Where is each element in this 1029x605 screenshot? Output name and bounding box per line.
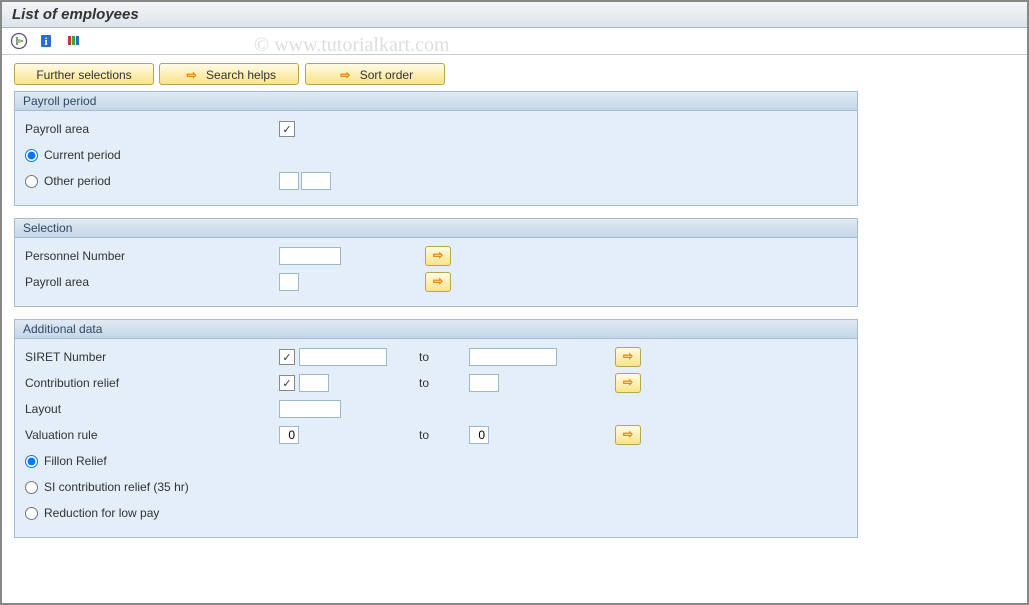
arrow-right-icon: ⇨ bbox=[340, 67, 350, 83]
valuation-multi-button[interactable]: ⇨ bbox=[615, 425, 641, 445]
payroll-area-checkbox[interactable]: ✓ bbox=[279, 121, 295, 137]
fillon-label: Fillon Relief bbox=[44, 454, 107, 468]
valuation-to-input[interactable] bbox=[469, 426, 489, 444]
valuation-from-input[interactable] bbox=[279, 426, 299, 444]
personnel-number-label: Personnel Number bbox=[25, 249, 279, 263]
additional-data-header: Additional data bbox=[15, 320, 857, 339]
contrib-checkbox[interactable]: ✓ bbox=[279, 375, 295, 391]
personnel-number-multi-button[interactable]: ⇨ bbox=[425, 246, 451, 266]
siret-from-input[interactable] bbox=[299, 348, 387, 366]
other-period-radio[interactable] bbox=[25, 175, 38, 188]
search-helps-button[interactable]: ⇨ Search helps bbox=[159, 63, 299, 85]
toolbar: i bbox=[2, 28, 1027, 55]
current-period-label: Current period bbox=[44, 148, 121, 162]
payroll-area-label: Payroll area bbox=[25, 122, 279, 136]
layout-label: Layout bbox=[25, 402, 279, 416]
other-period-value1-input[interactable] bbox=[279, 172, 299, 190]
other-period-value2-input[interactable] bbox=[301, 172, 331, 190]
contrib-to-label: to bbox=[419, 376, 469, 390]
sort-order-button[interactable]: ⇨ Sort order bbox=[305, 63, 445, 85]
search-helps-label: Search helps bbox=[206, 67, 276, 83]
selection-group: Selection Personnel Number ⇨ Payroll are… bbox=[14, 218, 858, 307]
selection-buttons-row: Further selections ⇨ Search helps ⇨ Sort… bbox=[14, 63, 1015, 85]
siret-to-label: to bbox=[419, 350, 469, 364]
further-selections-label: Further selections bbox=[36, 67, 131, 83]
selection-payroll-area-multi-button[interactable]: ⇨ bbox=[425, 272, 451, 292]
current-period-radio[interactable] bbox=[25, 149, 38, 162]
siret-label: SIRET Number bbox=[25, 350, 279, 364]
payroll-period-header: Payroll period bbox=[15, 92, 857, 111]
svg-text:i: i bbox=[45, 36, 48, 48]
other-period-label: Other period bbox=[44, 174, 111, 188]
window-title: List of employees bbox=[2, 2, 1027, 28]
si35-label: SI contribution relief (35 hr) bbox=[44, 480, 189, 494]
content-area: Further selections ⇨ Search helps ⇨ Sort… bbox=[2, 55, 1027, 558]
selection-payroll-area-label: Payroll area bbox=[25, 275, 279, 289]
arrow-right-icon: ⇨ bbox=[187, 67, 197, 83]
selection-header: Selection bbox=[15, 219, 857, 238]
further-selections-button[interactable]: Further selections bbox=[14, 63, 154, 85]
payroll-period-group: Payroll period Payroll area ✓ Current pe… bbox=[14, 91, 858, 206]
sort-order-label: Sort order bbox=[360, 67, 413, 83]
list-icon[interactable] bbox=[65, 32, 85, 50]
lowpay-label: Reduction for low pay bbox=[44, 506, 159, 520]
siret-checkbox[interactable]: ✓ bbox=[279, 349, 295, 365]
lowpay-radio[interactable] bbox=[25, 507, 38, 520]
contrib-to-input[interactable] bbox=[469, 374, 499, 392]
layout-input[interactable] bbox=[279, 400, 341, 418]
contrib-label: Contribution relief bbox=[25, 376, 279, 390]
valuation-label: Valuation rule bbox=[25, 428, 279, 442]
siret-multi-button[interactable]: ⇨ bbox=[615, 347, 641, 367]
personnel-number-input[interactable] bbox=[279, 247, 341, 265]
additional-data-group: Additional data SIRET Number ✓ to ⇨ Cont… bbox=[14, 319, 858, 538]
contrib-multi-button[interactable]: ⇨ bbox=[615, 373, 641, 393]
selection-payroll-area-input[interactable] bbox=[279, 273, 299, 291]
execute-icon[interactable] bbox=[10, 32, 30, 50]
info-icon[interactable]: i bbox=[37, 32, 57, 50]
si35-radio[interactable] bbox=[25, 481, 38, 494]
siret-to-input[interactable] bbox=[469, 348, 557, 366]
fillon-radio[interactable] bbox=[25, 455, 38, 468]
contrib-from-input[interactable] bbox=[299, 374, 329, 392]
valuation-to-label: to bbox=[419, 428, 469, 442]
